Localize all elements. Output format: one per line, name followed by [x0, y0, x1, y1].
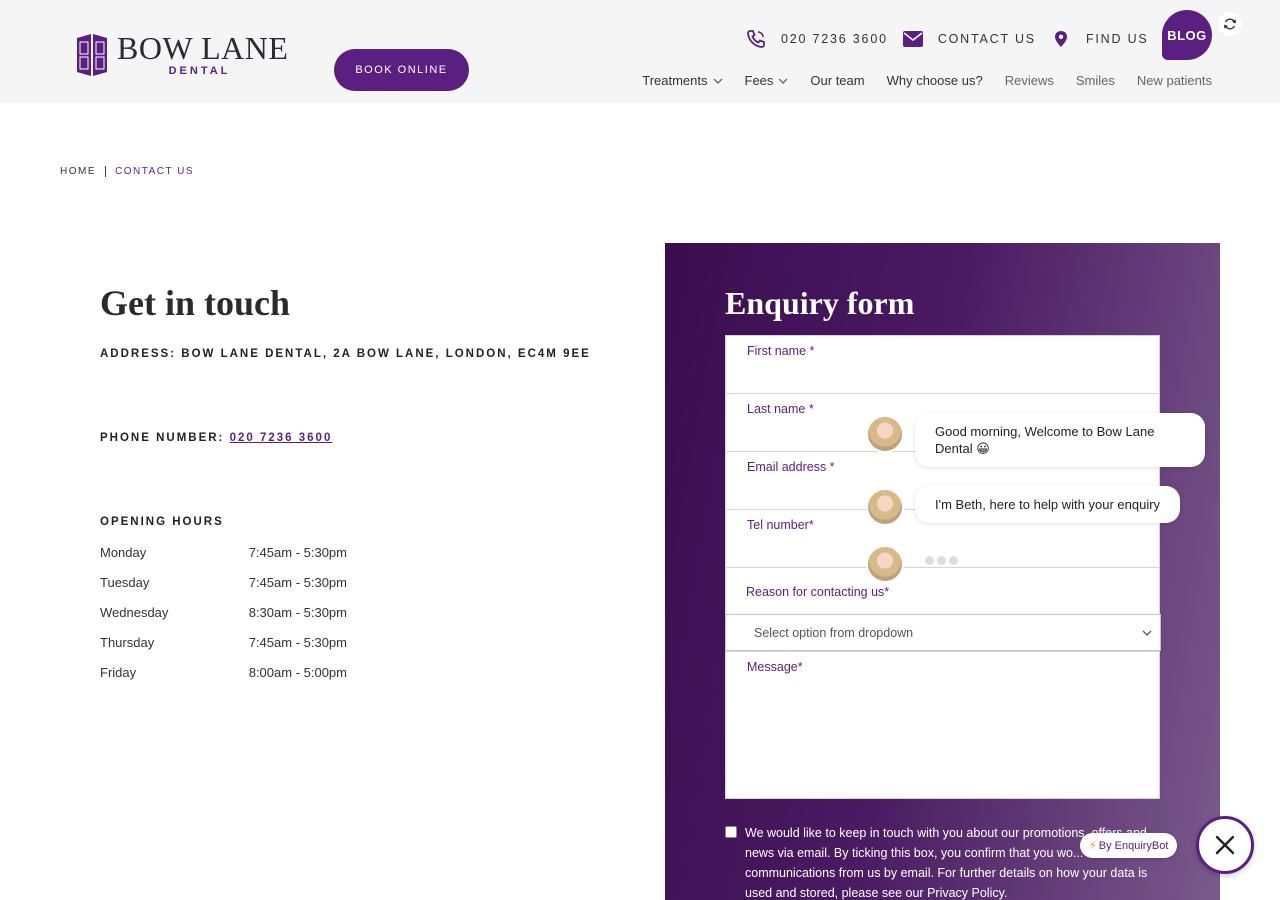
close-icon — [1215, 835, 1235, 855]
chat-avatar — [866, 415, 904, 453]
hours-day: Friday — [100, 665, 137, 680]
lightning-icon: ⚡ — [1089, 840, 1097, 852]
phone-number: PHONE NUMBER: 020 7236 3600 — [100, 432, 332, 444]
hours-row: Tuesday 7:45am - 5:30pm — [100, 575, 347, 605]
first-name-label: First name * — [747, 344, 815, 358]
site-header: BOW LANE DENTAL BOOK ONLINE 020 7236 360… — [0, 0, 1280, 103]
form-title: Enquiry form — [725, 285, 915, 321]
hours-day: Wednesday — [100, 605, 169, 620]
opening-hours: Monday 7:45am - 5:30pm Tuesday 7:45am - 5:… — [100, 545, 347, 695]
hours-time: 7:45am - 5:30pm — [248, 545, 347, 560]
door-logo-icon — [77, 34, 107, 76]
chat-avatar — [866, 488, 904, 526]
contact-bar: 020 7236 3600 CONTACT US FIND US — [745, 28, 1163, 50]
reason-select[interactable]: Select option from dropdown — [725, 614, 1161, 651]
phone-icon[interactable] — [745, 28, 767, 50]
chat-close-button[interactable] — [1196, 816, 1254, 874]
hours-row: Monday 7:45am - 5:30pm — [100, 545, 347, 575]
nav-item-smiles[interactable]: Smiles — [1076, 73, 1115, 88]
chevron-down-icon — [713, 78, 722, 84]
nav-label: Fees — [744, 73, 774, 88]
address: ADDRESS: BOW LANE DENTAL, 2A BOW LANE, L… — [100, 348, 591, 360]
refresh-icon[interactable] — [1218, 12, 1242, 36]
nav-item-treatments[interactable]: Treatments — [642, 73, 722, 88]
nav-item-fees[interactable]: Fees — [745, 73, 789, 88]
envelope-icon[interactable] — [902, 28, 924, 50]
chat-message-intro: I'm Beth, here to help with your enquiry — [915, 486, 1181, 523]
enquiry-form-panel: Enquiry form First name * Last name * Em… — [665, 243, 1220, 900]
hours-time: 7:45am - 5:30pm — [248, 575, 347, 590]
reason-select-value: Select option from dropdown — [754, 625, 914, 640]
hours-time: 8:30am - 5:30pm — [248, 605, 347, 620]
hours-row: Friday 8:00am - 5:00pm — [100, 665, 347, 695]
enquirybot-badge[interactable]: ⚡ By EnquiryBot — [1080, 833, 1178, 858]
breadcrumb-separator — [105, 166, 106, 177]
breadcrumb-current: CONTACT US — [115, 166, 195, 177]
hours-time: 8:00am - 5:00pm — [248, 665, 347, 680]
reason-label: Reason for contacting us* — [746, 585, 890, 599]
address-value: BOW LANE DENTAL, 2A BOW LANE, LONDON, EC… — [181, 348, 591, 360]
address-label: ADDRESS: — [100, 348, 177, 360]
phone-link[interactable]: 020 7236 3600 — [230, 432, 333, 444]
message-field[interactable]: Message* — [725, 651, 1160, 799]
header-phone-link[interactable]: 020 7236 3600 — [781, 32, 888, 46]
nav-label: Treatments — [642, 73, 708, 88]
chevron-down-icon — [1142, 630, 1152, 636]
hours-day: Thursday — [100, 635, 155, 650]
message-label: Message* — [747, 660, 803, 674]
find-us-link[interactable]: FIND US — [1086, 32, 1149, 46]
reason-field: Reason for contacting us* — [725, 567, 1160, 615]
book-online-button[interactable]: BOOK ONLINE — [334, 49, 469, 91]
hours-row: Wednesday 8:30am - 5:30pm — [100, 605, 347, 635]
first-name-field[interactable]: First name * — [725, 335, 1160, 394]
nav-item-why-choose-us[interactable]: Why choose us? — [887, 73, 983, 88]
logo[interactable]: BOW LANE DENTAL — [75, 32, 288, 78]
chat-avatar — [866, 545, 904, 583]
blog-button[interactable]: BLOG — [1162, 10, 1212, 60]
opening-hours-title: OPENING HOURS — [100, 516, 224, 528]
nav-item-new-patients[interactable]: New patients — [1137, 73, 1212, 88]
breadcrumb: HOME CONTACT US — [60, 166, 194, 177]
logo-title: BOW LANE — [117, 30, 289, 66]
consent-checkbox[interactable] — [725, 826, 737, 838]
main-nav: Treatments Fees Our team Why choose us? … — [620, 73, 1212, 88]
typing-indicator — [925, 556, 958, 565]
hours-time: 7:45am - 5:30pm — [248, 635, 347, 650]
phone-label: PHONE NUMBER: — [100, 432, 225, 444]
tel-label: Tel number* — [747, 518, 814, 532]
map-pin-icon[interactable] — [1050, 28, 1072, 50]
logo-subtitle: DENTAL — [168, 65, 231, 77]
last-name-label: Last name * — [747, 402, 814, 416]
breadcrumb-home[interactable]: HOME — [60, 166, 96, 177]
chevron-down-icon — [778, 78, 788, 84]
hours-day: Tuesday — [100, 575, 150, 590]
hours-day: Monday — [100, 545, 147, 560]
email-label: Email address * — [747, 460, 835, 474]
nav-item-our-team[interactable]: Our team — [810, 73, 864, 88]
contact-us-link[interactable]: CONTACT US — [938, 32, 1036, 46]
enquirybot-label: By EnquiryBot — [1098, 839, 1169, 852]
hours-row: Thursday 7:45am - 5:30pm — [100, 635, 347, 665]
page-title: Get in touch — [100, 283, 291, 323]
nav-item-reviews[interactable]: Reviews — [1005, 73, 1054, 88]
chat-message-welcome: Good morning, Welcome to Bow Lane Dental… — [915, 413, 1205, 467]
